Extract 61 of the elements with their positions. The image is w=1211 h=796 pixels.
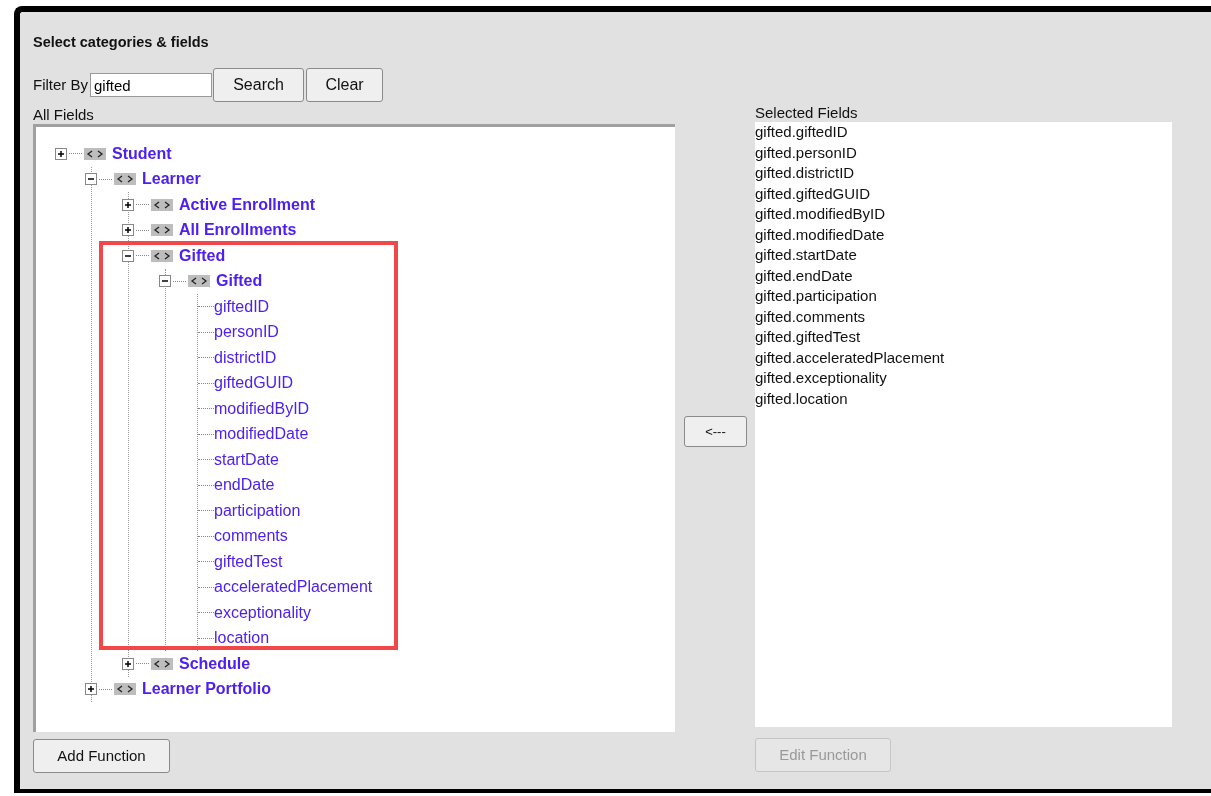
tree-field[interactable]: startDate bbox=[214, 450, 279, 469]
clear-button[interactable]: Clear bbox=[306, 68, 383, 102]
list-item[interactable]: gifted.giftedTest bbox=[755, 327, 1172, 348]
list-item[interactable]: gifted.districtID bbox=[755, 163, 1172, 184]
tree-node[interactable]: Active Enrollment bbox=[179, 195, 316, 214]
list-item[interactable]: gifted.giftedGUID bbox=[755, 183, 1172, 204]
tree-node[interactable]: Learner Portfolio bbox=[142, 680, 271, 699]
tree-field[interactable]: acceleratedPlacement bbox=[214, 578, 373, 597]
angle-brackets-icon bbox=[188, 275, 210, 288]
tree-field[interactable]: giftedGUID bbox=[214, 374, 294, 393]
angle-brackets-icon bbox=[151, 224, 173, 237]
list-item[interactable]: gifted.participation bbox=[755, 286, 1172, 307]
tree-node[interactable]: All Enrollments bbox=[179, 221, 297, 240]
expand-icon[interactable] bbox=[122, 224, 134, 237]
tree-field[interactable]: giftedID bbox=[214, 297, 270, 316]
list-item[interactable]: gifted.startDate bbox=[755, 245, 1172, 266]
section-label: All Fields bbox=[33, 106, 95, 124]
list-item[interactable]: gifted.exceptionality bbox=[755, 368, 1172, 389]
angle-brackets-icon bbox=[151, 198, 173, 211]
collapse-icon[interactable] bbox=[85, 173, 97, 186]
tree-node[interactable]: Gifted bbox=[179, 246, 226, 265]
panel-title: Select categories & fields bbox=[33, 33, 210, 52]
tree-field[interactable]: modifiedByID bbox=[214, 399, 310, 418]
list-item[interactable]: gifted.comments bbox=[755, 306, 1172, 327]
tree-node[interactable]: Learner bbox=[142, 170, 201, 189]
list-item[interactable]: gifted.giftedID bbox=[755, 122, 1172, 143]
angle-brackets-icon bbox=[151, 657, 173, 670]
angle-brackets-icon bbox=[151, 249, 173, 262]
expand-icon[interactable] bbox=[85, 683, 97, 696]
list-item[interactable]: gifted.modifiedByID bbox=[755, 204, 1172, 225]
move-left-button[interactable]: <--- bbox=[684, 416, 747, 447]
tree-field[interactable]: giftedTest bbox=[214, 552, 283, 571]
expand-icon[interactable] bbox=[122, 657, 134, 670]
list-item[interactable]: gifted.acceleratedPlacement bbox=[755, 347, 1172, 368]
tree-field[interactable]: modifiedDate bbox=[214, 425, 309, 444]
collapse-icon[interactable] bbox=[159, 275, 171, 288]
tree-field[interactable]: exceptionality bbox=[214, 603, 311, 622]
filter-label: Filter By bbox=[33, 76, 88, 94]
expand-icon[interactable] bbox=[122, 198, 134, 211]
angle-brackets-icon bbox=[114, 683, 136, 696]
tree-field[interactable]: districtID bbox=[214, 348, 277, 367]
list-item[interactable]: gifted.personID bbox=[755, 142, 1172, 163]
tree-node[interactable]: Student bbox=[112, 144, 172, 163]
tree-field[interactable]: participation bbox=[214, 501, 301, 520]
tree-field[interactable]: personID bbox=[214, 323, 279, 342]
tree-node[interactable]: Schedule bbox=[179, 654, 251, 673]
expand-icon[interactable] bbox=[55, 147, 67, 160]
angle-brackets-icon bbox=[84, 147, 106, 160]
tree-node[interactable]: Gifted bbox=[216, 272, 263, 291]
filter-field[interactable]: gifted bbox=[90, 73, 212, 97]
section-label: Selected Fields bbox=[755, 104, 859, 122]
angle-brackets-icon bbox=[114, 173, 136, 186]
search-button[interactable]: Search bbox=[213, 68, 304, 102]
tree-field[interactable]: location bbox=[214, 629, 270, 648]
list-item[interactable]: gifted.modifiedDate bbox=[755, 224, 1172, 245]
tree-field[interactable]: endDate bbox=[214, 476, 275, 495]
collapse-icon[interactable] bbox=[122, 249, 134, 262]
list-item[interactable]: gifted.location bbox=[755, 388, 1172, 409]
tree-field[interactable]: comments bbox=[214, 527, 288, 546]
function-button[interactable]: Add Function bbox=[33, 739, 170, 773]
list-item[interactable]: gifted.endDate bbox=[755, 265, 1172, 286]
